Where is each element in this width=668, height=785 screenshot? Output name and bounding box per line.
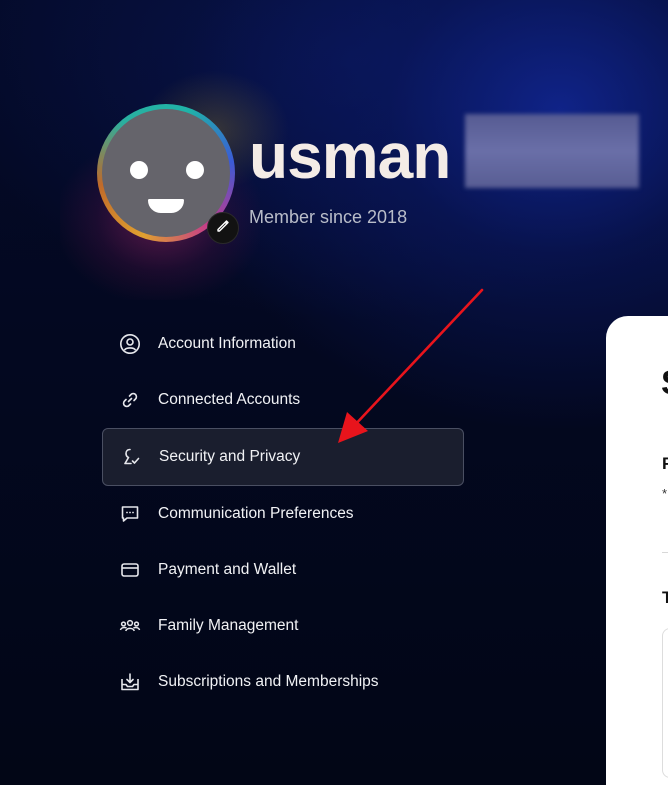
profile-username: usman [249,120,451,192]
panel-divider [662,552,668,553]
pencil-icon [216,219,230,238]
menu-item-family-management[interactable]: Family Management [102,597,464,655]
panel-section-title: F [662,454,668,473]
menu-item-label: Security and Privacy [159,448,301,465]
annotation-arrow [338,288,484,443]
member-since-text: Member since 2018 [249,207,408,227]
panel-heading: S [661,364,668,403]
menu-item-label: Communication Preferences [158,505,354,522]
menu-item-label: Subscriptions and Memberships [158,673,379,690]
user-circle-icon [119,333,141,355]
avatar-eye-left [130,161,148,179]
menu-item-label: Payment and Wallet [158,561,297,578]
menu-item-communication-preferences[interactable]: Communication Preferences [102,485,464,543]
redacted-name-blur [465,114,639,188]
menu-item-label: Account Information [158,335,296,352]
avatar-mouth [148,199,184,213]
menu-item-label: Connected Accounts [158,391,301,408]
menu-item-label: Family Management [158,617,299,634]
message-icon [119,503,141,525]
panel-card [662,628,668,778]
family-icon [119,615,141,637]
avatar-eye-right [186,161,204,179]
panel-section-note: * [662,486,668,501]
menu-item-subscriptions-and-memberships[interactable]: Subscriptions and Memberships [102,653,464,711]
panel-section-title-2: T [662,588,668,607]
download-tray-icon [119,671,141,693]
settings-content-panel: S F * T [606,316,668,785]
shield-check-icon [120,446,142,468]
link-icon [119,389,141,411]
edit-avatar-button[interactable] [207,212,239,244]
wallet-icon [119,559,141,581]
menu-item-payment-and-wallet[interactable]: Payment and Wallet [102,541,464,599]
